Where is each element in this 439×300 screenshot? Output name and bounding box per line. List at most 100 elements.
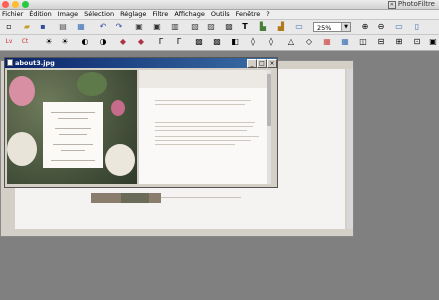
vertical-scrollbar[interactable]	[267, 70, 271, 184]
foliage	[77, 72, 107, 96]
menu-help[interactable]: ?	[266, 10, 269, 19]
zoom-select[interactable]: 25% ▼	[313, 22, 351, 32]
text-line	[155, 130, 247, 131]
paste-icon[interactable]: ▥	[170, 22, 180, 32]
card-line	[53, 144, 93, 145]
undo-icon[interactable]: ↶	[98, 22, 108, 32]
soften-icon[interactable]: ◧	[230, 37, 240, 47]
document-window[interactable]: about3.jpg _ □ ×	[4, 57, 278, 188]
image-file-icon	[7, 59, 13, 66]
copy-icon[interactable]: ▣	[152, 22, 162, 32]
card-line	[51, 160, 95, 161]
grayscale-icon[interactable]: ▩	[194, 37, 204, 47]
color-balance-icon[interactable]: ▦	[322, 37, 332, 47]
brightness-plus-icon[interactable]: ☀	[60, 37, 70, 47]
main-toolbar: ▫ ▰ ▪ ▤ ▦ ↶ ↷ ▣ ▣ ▥ ▧ ▨ ▩ T ▙ ▟ ▭ 25% ▼ ⊕…	[0, 20, 439, 35]
explorer-icon[interactable]: ▟	[276, 22, 286, 32]
close-traffic-light-icon[interactable]	[2, 1, 9, 8]
menu-outils[interactable]: Outils	[211, 10, 230, 19]
auto-contrast-icon[interactable]: Ct	[20, 37, 30, 47]
text-line	[155, 126, 253, 127]
fit-window-icon[interactable]: ▯	[412, 22, 422, 32]
invitation-card	[43, 102, 103, 168]
zoom-traffic-light-icon[interactable]	[22, 1, 29, 8]
menu-fichier[interactable]: Fichier	[2, 10, 23, 19]
zoom-out-icon[interactable]: ⊖	[376, 22, 386, 32]
minimize-icon[interactable]: _	[247, 59, 257, 68]
zoom-in-icon[interactable]: ⊕	[360, 22, 370, 32]
actual-size-icon[interactable]: ▭	[394, 22, 404, 32]
rotate-right-icon[interactable]: ⊡	[412, 37, 422, 47]
print-icon[interactable]: ▤	[58, 22, 68, 32]
canvas-text-area[interactable]	[139, 70, 271, 184]
sepia-icon[interactable]: ▩	[212, 37, 222, 47]
scroll-thumb[interactable]	[267, 74, 271, 126]
new-file-icon[interactable]: ▫	[4, 22, 14, 32]
fullscreen-icon[interactable]: ▭	[294, 22, 304, 32]
text-tool-icon[interactable]: T	[240, 22, 250, 32]
document-title: about3.jpg	[15, 59, 55, 67]
text-line	[155, 144, 235, 145]
emboss-icon[interactable]: △	[286, 37, 296, 47]
header-band	[139, 70, 271, 88]
white-rose	[105, 144, 135, 176]
transform-icon[interactable]: ▣	[428, 37, 438, 47]
menu-fenetre[interactable]: Fenêtre	[236, 10, 261, 19]
app-titlebar: ✕ PhotoFiltre	[0, 0, 439, 10]
maximize-icon[interactable]: □	[257, 59, 267, 68]
canvas-size-icon[interactable]: ▨	[206, 22, 216, 32]
filter-toolbar: Lv Ct ☀ ☀ ◐ ◑ ◆ ◆ Γ Γ ▩ ▩ ◧ ◊ ◊ △ ◇ ▦ ▦ …	[0, 35, 439, 51]
text-line	[155, 140, 251, 141]
redo-icon[interactable]: ↷	[114, 22, 124, 32]
menu-edition[interactable]: Édition	[29, 10, 52, 19]
chevron-down-icon[interactable]: ▼	[341, 23, 350, 31]
menu-image[interactable]: Image	[58, 10, 78, 19]
rotate-left-icon[interactable]: ⊞	[394, 37, 404, 47]
auto-level-icon[interactable]: Lv	[4, 37, 14, 47]
background-image-strip-2	[121, 193, 149, 203]
brightness-minus-icon[interactable]: ☀	[44, 37, 54, 47]
blur-icon[interactable]: ◊	[248, 37, 258, 47]
menu-filtre[interactable]: Filtre	[152, 10, 168, 19]
contrast-minus-icon[interactable]: ◐	[80, 37, 90, 47]
menu-bar: Fichier Édition Image Sélection Réglage …	[0, 10, 439, 20]
open-folder-icon[interactable]: ▰	[22, 22, 32, 32]
card-line	[55, 128, 91, 129]
scan-icon[interactable]: ▦	[76, 22, 86, 32]
cut-icon[interactable]: ▣	[134, 22, 144, 32]
gamma-minus-icon[interactable]: Γ	[156, 37, 166, 47]
background-scrollbar[interactable]	[347, 69, 353, 229]
image-size-icon[interactable]: ▧	[190, 22, 200, 32]
app-icon: ✕	[387, 1, 396, 9]
canvas-photo[interactable]	[7, 70, 137, 184]
menu-reglage[interactable]: Réglage	[120, 10, 146, 19]
text-line	[155, 136, 259, 137]
white-rose	[7, 132, 37, 166]
hue-icon[interactable]: ▦	[340, 37, 350, 47]
text-line	[155, 104, 245, 105]
crop-icon[interactable]: ▩	[224, 22, 234, 32]
gamma-plus-icon[interactable]: Γ	[174, 37, 184, 47]
card-line	[58, 118, 88, 119]
card-line	[51, 112, 95, 113]
effect-icon[interactable]: ◇	[304, 37, 314, 47]
saturation-plus-icon[interactable]: ◆	[136, 37, 146, 47]
contrast-plus-icon[interactable]: ◑	[98, 37, 108, 47]
app-title: ✕ PhotoFiltre	[387, 0, 435, 9]
close-icon[interactable]: ×	[267, 59, 277, 68]
flip-vertical-icon[interactable]: ⊟	[376, 37, 386, 47]
saturation-minus-icon[interactable]: ◆	[118, 37, 128, 47]
pink-flower	[9, 76, 35, 106]
minimize-traffic-light-icon[interactable]	[12, 1, 19, 8]
flip-horizontal-icon[interactable]: ◫	[358, 37, 368, 47]
background-text-line	[161, 197, 241, 198]
text-line	[155, 100, 251, 101]
save-icon[interactable]: ▪	[38, 22, 48, 32]
browser-icon[interactable]: ▙	[258, 22, 268, 32]
document-titlebar[interactable]: about3.jpg _ □ ×	[5, 58, 277, 68]
card-line	[61, 150, 85, 151]
menu-selection[interactable]: Sélection	[84, 10, 114, 19]
sharpen-icon[interactable]: ◊	[266, 37, 276, 47]
card-line	[59, 134, 87, 135]
menu-affichage[interactable]: Affichage	[174, 10, 205, 19]
